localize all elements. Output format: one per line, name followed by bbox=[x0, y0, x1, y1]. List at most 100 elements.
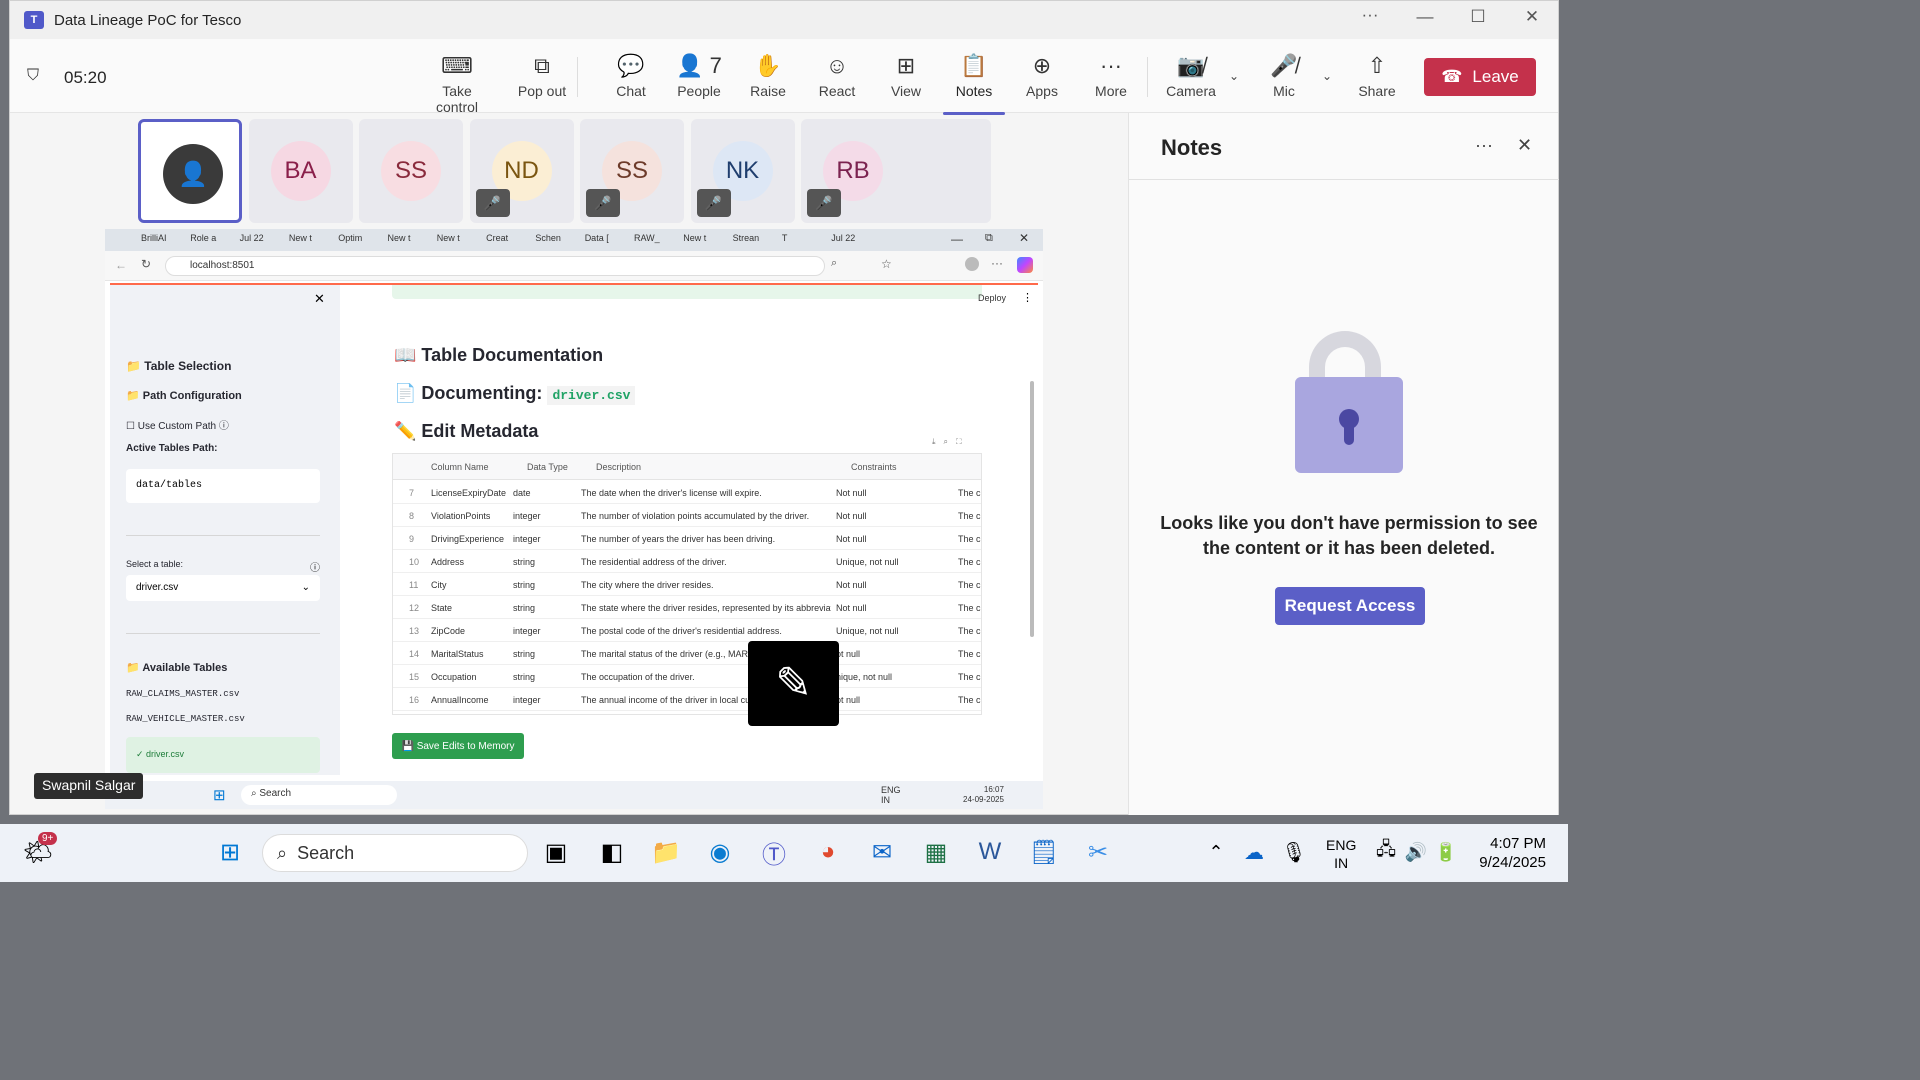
table-cell[interactable]: Address bbox=[431, 557, 464, 567]
custom-path-checkbox[interactable]: ☐ Use Custom Path ⓘ bbox=[126, 417, 229, 432]
table-cell[interactable]: The number of violation points accumulat… bbox=[581, 511, 831, 521]
zoom-icon[interactable]: ⌕ bbox=[831, 257, 837, 270]
table-cell[interactable]: 8 bbox=[409, 511, 414, 521]
table-cell[interactable]: integer bbox=[513, 626, 541, 636]
column-header[interactable]: Constraints bbox=[851, 462, 897, 472]
table-cell[interactable]: State bbox=[431, 603, 452, 613]
participant-tile[interactable]: 👤 bbox=[138, 119, 242, 223]
camera-button[interactable]: 📷̸ Camera bbox=[1156, 51, 1226, 109]
table-row[interactable]: 10 Address string The residential address o… bbox=[393, 550, 981, 573]
table-cell[interactable]: 9 bbox=[409, 534, 414, 544]
table-cell[interactable]: string bbox=[513, 580, 535, 590]
minimize-icon[interactable]: — bbox=[1405, 7, 1445, 27]
battery-icon[interactable]: 🔋 bbox=[1426, 834, 1466, 870]
taskbar-search[interactable]: ⌕ Search bbox=[262, 834, 528, 872]
table-row[interactable]: 9 DrivingExperience integer The number of y… bbox=[393, 527, 981, 550]
menu-icon[interactable]: ⋮ bbox=[1022, 291, 1033, 304]
chevron-up-icon[interactable]: ⌃ bbox=[1196, 834, 1236, 870]
table-cell[interactable]: string bbox=[513, 603, 535, 613]
table-cell[interactable]: ViolationPoints bbox=[431, 511, 490, 521]
file-explorer-icon[interactable]: 📁 bbox=[646, 834, 686, 870]
clock[interactable]: 16:07 24-09-2025 bbox=[963, 785, 1004, 805]
minimize-icon[interactable]: — bbox=[951, 232, 963, 246]
table-select[interactable]: driver.csv ⌄ bbox=[126, 575, 320, 601]
table-cell[interactable]: The c bbox=[958, 649, 981, 659]
table-cell[interactable]: The residential address of the driver. bbox=[581, 557, 831, 567]
apps-button[interactable]: ⊕ Apps bbox=[1007, 51, 1077, 109]
table-cell[interactable]: 10 bbox=[409, 557, 419, 567]
participant-tile[interactable]: SS bbox=[359, 119, 463, 223]
chevron-down-icon[interactable]: ⌄ bbox=[1229, 69, 1239, 83]
browser-tab[interactable]: Jul 22 bbox=[240, 233, 264, 243]
table-cell[interactable]: Occupation bbox=[431, 672, 477, 682]
table-cell[interactable]: The date when the driver's license will … bbox=[581, 488, 831, 498]
column-header[interactable]: Data Type bbox=[527, 462, 568, 472]
table-cell[interactable]: 7 bbox=[409, 488, 414, 498]
table-cell[interactable]: The city where the driver resides. bbox=[581, 580, 831, 590]
chevron-down-icon[interactable]: ⌄ bbox=[1322, 69, 1332, 83]
copilot-icon[interactable] bbox=[1017, 257, 1033, 273]
scrollbar[interactable] bbox=[1030, 381, 1034, 637]
browser-tab[interactable]: Data [ bbox=[585, 233, 609, 243]
table-cell[interactable]: AnnualIncome bbox=[431, 695, 489, 705]
close-icon[interactable]: ✕ bbox=[1019, 231, 1029, 245]
table-cell[interactable]: The c bbox=[958, 488, 981, 498]
table-item[interactable]: RAW_CLAIMS_MASTER.csv bbox=[126, 689, 239, 699]
participant-tile[interactable]: RB 🎤 bbox=[801, 119, 991, 223]
onedrive-icon[interactable]: ☁ bbox=[1234, 834, 1274, 870]
table-cell[interactable]: 15 bbox=[409, 672, 419, 682]
table-cell[interactable]: Not null bbox=[836, 511, 867, 521]
profile-avatar[interactable] bbox=[965, 257, 979, 271]
react-button[interactable]: ☺ React bbox=[802, 51, 872, 109]
excel-icon[interactable]: ▦ bbox=[916, 834, 956, 870]
chat-button[interactable]: 💬 Chat bbox=[596, 51, 666, 109]
raise-button[interactable]: ✋ Raise bbox=[733, 51, 803, 109]
language-indicator[interactable]: ENG IN bbox=[881, 785, 901, 805]
outlook-icon[interactable]: ✉ bbox=[862, 834, 902, 870]
table-cell[interactable]: ot null bbox=[836, 695, 860, 705]
language-indicator[interactable]: ENG IN bbox=[1326, 836, 1356, 872]
back-icon[interactable]: ← bbox=[115, 258, 127, 272]
table-cell[interactable]: Not null bbox=[836, 580, 867, 590]
word-icon[interactable]: W bbox=[970, 834, 1010, 870]
teams-icon[interactable]: Ⓣ bbox=[754, 834, 794, 870]
table-cell[interactable]: ZipCode bbox=[431, 626, 465, 636]
table-cell[interactable]: Unique, not null bbox=[836, 626, 899, 636]
table-cell[interactable]: integer bbox=[513, 695, 541, 705]
browser-tab[interactable]: Creat bbox=[486, 233, 508, 243]
edge-icon[interactable]: ◉ bbox=[700, 834, 740, 870]
clock[interactable]: 4:07 PM 9/24/2025 bbox=[1470, 834, 1546, 872]
windows-start-icon[interactable]: ⊞ bbox=[210, 834, 250, 870]
browser-tab[interactable]: New t bbox=[683, 233, 706, 243]
table-cell[interactable]: 14 bbox=[409, 649, 419, 659]
table-cell[interactable]: City bbox=[431, 580, 447, 590]
table-cell[interactable]: Not null bbox=[836, 488, 867, 498]
table-cell[interactable]: nique, not null bbox=[836, 672, 892, 682]
browser-tab[interactable]: New t bbox=[437, 233, 460, 243]
grid-toolbar[interactable]: ⤓⌕⛶ bbox=[932, 437, 970, 447]
table-cell[interactable]: The c bbox=[958, 511, 981, 521]
selected-table-item[interactable]: ✓ driver.csv bbox=[126, 737, 320, 773]
close-sidebar-icon[interactable]: ✕ bbox=[314, 291, 325, 307]
participant-tile[interactable]: NK 🎤 bbox=[690, 119, 795, 223]
table-row[interactable]: 15 Occupation string The occupation of the … bbox=[393, 665, 981, 688]
participant-tile[interactable]: ND 🎤 bbox=[469, 119, 574, 223]
table-cell[interactable]: The c bbox=[958, 603, 981, 613]
table-cell[interactable]: Not null bbox=[836, 603, 867, 613]
close-icon[interactable]: ✕ bbox=[1512, 7, 1552, 27]
table-cell[interactable]: DrivingExperience bbox=[431, 534, 504, 544]
maximize-icon[interactable]: ☐ bbox=[1458, 7, 1498, 27]
table-cell[interactable]: integer bbox=[513, 534, 541, 544]
restore-icon[interactable]: ⧉ bbox=[985, 232, 993, 245]
metadata-grid[interactable]: Column Name Data Type Description Constr… bbox=[392, 453, 982, 715]
browser-tab[interactable]: Schen bbox=[535, 233, 561, 243]
task-view-icon[interactable]: ▣ bbox=[536, 834, 576, 870]
table-cell[interactable]: MaritalStatus bbox=[431, 649, 484, 659]
browser-tab[interactable]: BrilliAI bbox=[141, 233, 167, 243]
help-icon[interactable]: ⓘ bbox=[310, 559, 320, 574]
notepad-icon[interactable]: 🗒 bbox=[1024, 834, 1064, 870]
table-cell[interactable]: The number of years the driver has been … bbox=[581, 534, 831, 544]
share-button[interactable]: ⇧ Share bbox=[1342, 51, 1412, 109]
table-cell[interactable]: The c bbox=[958, 626, 981, 636]
pen-icon[interactable]: ✎ bbox=[748, 641, 839, 726]
